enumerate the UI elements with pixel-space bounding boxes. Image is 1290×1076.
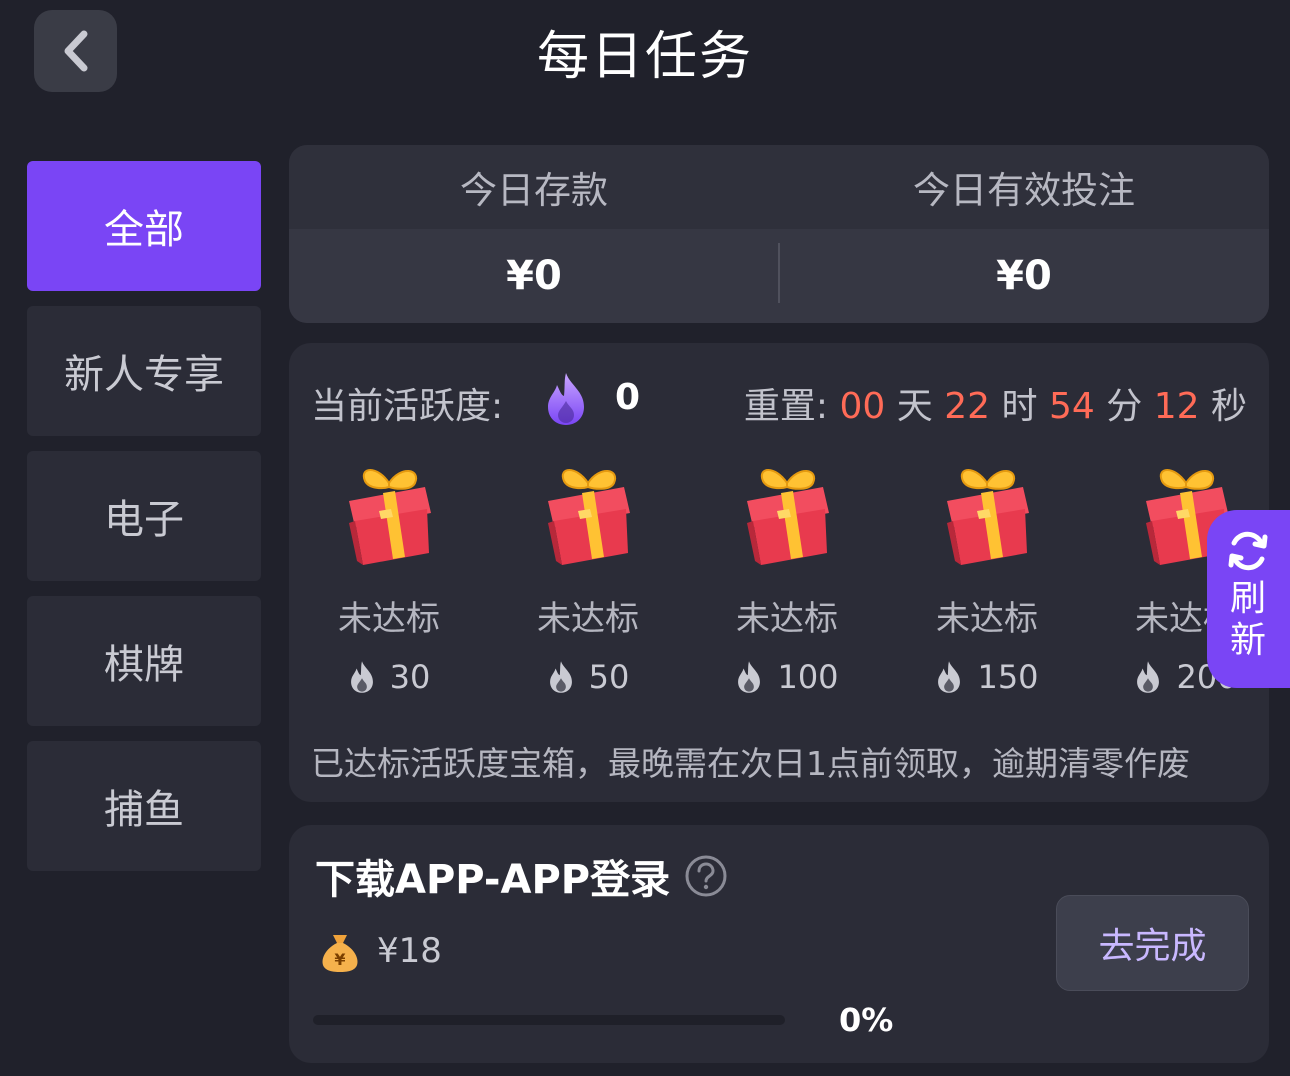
reset-minutes: 54 <box>1048 386 1095 427</box>
flame-icon <box>938 661 961 693</box>
reward-chest-item[interactable]: 未达标 50 <box>488 461 688 696</box>
refresh-label: 刷新 <box>1229 578 1266 661</box>
task-title: 下载APP-APP登录 <box>315 857 671 903</box>
today-stats-card: 今日存款 今日有效投注 ¥0 ¥0 <box>289 145 1269 323</box>
reward-status: 未达标 <box>936 599 1038 639</box>
reward-chests: 未达标 30 未达标 50 未达标 100 未达标 150 未达标 200 <box>289 461 1269 711</box>
refresh-button[interactable]: 刷新 <box>1207 510 1290 688</box>
flame-icon <box>350 661 373 693</box>
gift-box-icon <box>548 469 630 565</box>
sidebar-item-all[interactable]: 全部 <box>27 161 261 291</box>
sidebar-item-label: 新人专享 <box>64 352 224 398</box>
stats-values: ¥0 ¥0 <box>289 229 1269 323</box>
question-circle-icon[interactable] <box>684 854 728 898</box>
task-progress-bar <box>313 1015 785 1025</box>
flame-icon <box>548 373 584 425</box>
reward-chest-item[interactable]: 未达标 100 <box>687 461 887 696</box>
bet-value: ¥0 <box>996 253 1052 299</box>
refresh-icon <box>1228 531 1268 571</box>
go-complete-button[interactable]: 去完成 <box>1056 895 1249 991</box>
reset-seconds: 12 <box>1153 386 1200 427</box>
sidebar-item-label: 全部 <box>104 207 184 253</box>
reward-chest-item[interactable]: 未达标 150 <box>887 461 1087 696</box>
page-title: 每日任务 <box>536 27 753 87</box>
money-bag-icon: ¥ <box>322 935 358 972</box>
activity-label: 当前活跃度: <box>311 386 504 427</box>
gift-box-icon <box>747 469 829 565</box>
flame-icon <box>1137 661 1160 693</box>
activity-value: 0 <box>615 377 641 418</box>
deposit-label: 今日存款 <box>460 169 608 212</box>
deposit-value: ¥0 <box>506 253 562 299</box>
gift-box-icon <box>349 469 431 565</box>
svg-text:¥: ¥ <box>334 950 345 969</box>
sidebar-item-label: 棋牌 <box>104 642 184 688</box>
reward-required-value: 100 <box>777 658 839 696</box>
flame-icon <box>549 661 572 693</box>
reward-requirement: 150 <box>887 658 1087 696</box>
reward-status: 未达标 <box>736 599 838 639</box>
reset-hours-unit: 时 <box>1001 386 1038 427</box>
reward-required-value: 50 <box>588 658 630 696</box>
reward-required-value: 150 <box>977 658 1039 696</box>
category-sidebar: 全部 新人专享 电子 棋牌 捕鱼 <box>27 161 261 886</box>
task-title-row: 下载APP-APP登录 <box>315 847 728 905</box>
reward-status: 未达标 <box>537 599 639 639</box>
reset-seconds-unit: 秒 <box>1210 386 1247 427</box>
gift-box-icon <box>947 469 1029 565</box>
sidebar-item-label: 电子 <box>104 497 184 543</box>
reward-status: 未达标 <box>338 599 440 639</box>
stats-header: 今日存款 今日有效投注 <box>289 145 1269 229</box>
chest-notice: 已达标活跃度宝箱，最晚需在次日1点前领取，逾期清零作废 <box>311 744 1190 783</box>
stats-divider <box>778 243 780 303</box>
reset-hours: 22 <box>944 386 991 427</box>
reward-required-value: 30 <box>389 658 431 696</box>
reset-days-unit: 天 <box>896 386 933 427</box>
activity-card: 当前活跃度: 0 重置: 00 天 22 时 54 分 12 秒 未达标 30 … <box>289 343 1269 802</box>
reset-label: 重置: <box>743 386 829 427</box>
daily-tasks-page: 每日任务 全部 新人专享 电子 棋牌 捕鱼 今日存款 今日有效投注 ¥0 ¥0 <box>0 0 1290 1076</box>
sidebar-item-electronic[interactable]: 电子 <box>27 451 261 581</box>
sidebar-item-fishing[interactable]: 捕鱼 <box>27 741 261 871</box>
reward-chest-item[interactable]: 未达标 30 <box>289 461 489 696</box>
reset-days: 00 <box>839 386 886 427</box>
task-progress-text: 0% <box>839 1001 894 1039</box>
task-card: 下载APP-APP登录 ¥ ¥18 0% 去完成 <box>289 825 1269 1063</box>
go-complete-label: 去完成 <box>1098 926 1207 967</box>
sidebar-item-newcomer[interactable]: 新人专享 <box>27 306 261 436</box>
reward-requirement: 100 <box>687 658 887 696</box>
reward-requirement: 30 <box>289 658 489 696</box>
reset-minutes-unit: 分 <box>1106 386 1143 427</box>
task-reward: ¥ ¥18 <box>319 929 442 973</box>
reward-requirement: 50 <box>488 658 688 696</box>
task-reward-amount: ¥18 <box>377 931 442 971</box>
sidebar-item-label: 捕鱼 <box>104 787 184 833</box>
sidebar-item-chess-cards[interactable]: 棋牌 <box>27 596 261 726</box>
flame-icon <box>738 661 761 693</box>
reset-countdown: 重置: 00 天 22 时 54 分 12 秒 <box>744 377 1247 429</box>
bet-label: 今日有效投注 <box>913 169 1135 212</box>
